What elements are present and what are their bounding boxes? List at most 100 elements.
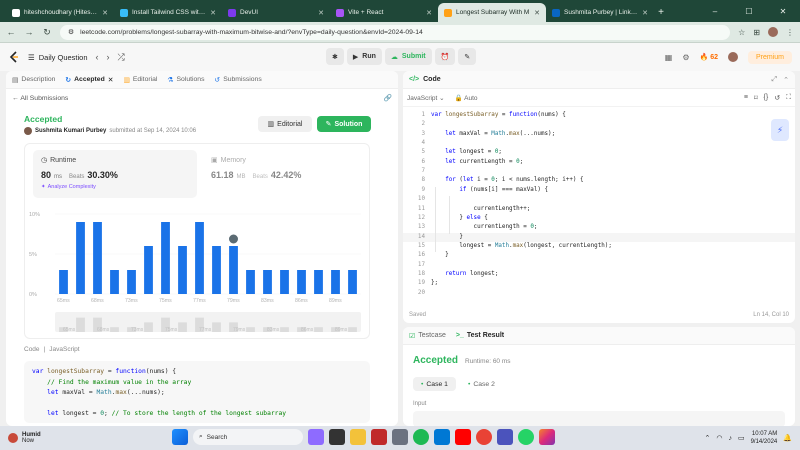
braces-icon[interactable]: {}: [764, 94, 769, 102]
chart-bar[interactable]: [178, 246, 187, 294]
run-button[interactable]: ▶ Run: [346, 48, 382, 65]
close-tab-icon[interactable]: ✕: [108, 76, 114, 84]
collapse-icon[interactable]: ⌃: [783, 76, 789, 84]
windows-start-icon[interactable]: [172, 429, 188, 445]
close-tab-icon[interactable]: ✕: [102, 9, 108, 17]
layout-icon[interactable]: ▦: [665, 53, 673, 62]
chart-bar[interactable]: [59, 270, 68, 294]
settings-gear-icon[interactable]: ⚙: [682, 53, 689, 62]
tab-testcase[interactable]: ☑ Testcase: [409, 332, 446, 340]
weather-widget[interactable]: Humid Now: [8, 432, 41, 444]
chart-bar[interactable]: [144, 246, 153, 294]
chart-bar[interactable]: [110, 270, 119, 294]
expand-icon[interactable]: ⤢: [772, 76, 778, 84]
tab-accepted[interactable]: ↻ Accepted ✕: [65, 76, 113, 84]
tab-solutions[interactable]: ⚗ Solutions: [167, 76, 204, 84]
browser-tab[interactable]: Sushmita Purbey | LinkedIn ✕: [546, 3, 654, 22]
language-select[interactable]: JavaScript ⌄: [407, 94, 445, 102]
tab-test-result[interactable]: >_ Test Result: [456, 332, 504, 339]
maximize-icon[interactable]: ☐: [732, 7, 766, 16]
profile-avatar[interactable]: [768, 27, 778, 37]
chart-bar[interactable]: [93, 222, 102, 294]
taskbar-search[interactable]: ⌕ Search: [193, 429, 303, 445]
new-tab-button[interactable]: +: [654, 3, 668, 22]
case-2-tab[interactable]: • Case 2: [460, 377, 503, 391]
link-icon[interactable]: 🔗: [384, 94, 392, 102]
site-info-icon[interactable]: ⚙: [68, 28, 74, 36]
browser-tab[interactable]: Install Tailwind CSS with Vi ✕: [114, 3, 222, 22]
instagram-icon[interactable]: [539, 429, 555, 445]
chart-bar[interactable]: [76, 222, 85, 294]
chart-bar[interactable]: [263, 270, 272, 294]
your-submission-avatar[interactable]: [228, 233, 239, 245]
settings-app-icon[interactable]: [392, 429, 408, 445]
youtube-icon[interactable]: [455, 429, 471, 445]
volume-icon[interactable]: ♪: [728, 435, 732, 442]
all-submissions-link[interactable]: ← All Submissions: [12, 95, 68, 102]
next-problem-icon[interactable]: ›: [107, 52, 110, 62]
bookmark-star-icon[interactable]: ☆: [738, 28, 745, 37]
store-icon[interactable]: [371, 429, 387, 445]
streak-counter[interactable]: 🔥 62: [700, 53, 718, 61]
clock[interactable]: 10:07 AM 9/14/2024: [751, 430, 778, 446]
chart-bar[interactable]: [331, 270, 340, 294]
code-editor[interactable]: 1 var longestSubarray = function(nums) {2…: [403, 109, 795, 307]
close-tab-icon[interactable]: ✕: [426, 9, 432, 17]
tab-description[interactable]: ▤ Description: [12, 76, 55, 84]
url-field[interactable]: ⚙ leetcode.com/problems/longest-subarray…: [60, 24, 731, 40]
chart-bar[interactable]: [297, 270, 306, 294]
debug-button[interactable]: ✱: [326, 48, 344, 65]
chart-bar[interactable]: [127, 270, 136, 294]
chart-bar[interactable]: [161, 222, 170, 294]
minimize-icon[interactable]: –: [698, 7, 732, 16]
premium-button[interactable]: Premium: [747, 50, 792, 64]
menu-dots-icon[interactable]: ⋮: [786, 28, 794, 37]
auto-mode-toggle[interactable]: 🔒 Auto: [455, 94, 478, 102]
leetcode-logo-icon[interactable]: [8, 51, 20, 63]
browser-tab[interactable]: hiteshchoudhary (Hitesh C ✕: [6, 3, 114, 22]
back-icon[interactable]: ←: [6, 27, 16, 37]
chrome-icon[interactable]: [476, 429, 492, 445]
tray-chevron-icon[interactable]: ⌃: [704, 434, 710, 442]
close-window-icon[interactable]: ✕: [766, 7, 800, 16]
notes-button[interactable]: ✎: [458, 48, 477, 65]
analyze-complexity-link[interactable]: ✦ Analyze Complexity: [41, 184, 189, 190]
chart-bar[interactable]: [212, 246, 221, 294]
battery-icon[interactable]: ▭: [738, 434, 745, 442]
forward-icon[interactable]: →: [24, 27, 34, 37]
file-explorer-icon[interactable]: [350, 429, 366, 445]
notification-bell-icon[interactable]: 🔔: [783, 434, 792, 442]
wifi-icon[interactable]: ◠: [716, 434, 722, 442]
teams-icon[interactable]: [497, 429, 513, 445]
prev-problem-icon[interactable]: ‹: [96, 52, 99, 62]
close-tab-icon[interactable]: ✕: [642, 9, 648, 17]
runtime-distribution-chart[interactable]: 10% 5% 0% 65ms 68ms 73ms 75ms 77ms 79ms 83ms 86ms 8…: [25, 208, 371, 340]
solution-button[interactable]: ✎ Solution: [317, 116, 371, 132]
close-tab-icon[interactable]: ✕: [534, 9, 540, 17]
reload-icon[interactable]: ↻: [42, 27, 52, 38]
code-preview-body[interactable]: var longestSubarray = function(nums) { /…: [24, 361, 370, 423]
tab-submissions[interactable]: ↺ Submissions: [214, 76, 261, 84]
submit-button[interactable]: ☁ Submit: [384, 48, 432, 65]
runtime-card[interactable]: ◷ Runtime 80 ms Beats 30.30% ✦ Analyze Com…: [33, 150, 197, 198]
tab-editorial[interactable]: ▥ Editorial: [123, 76, 157, 84]
shuffle-icon[interactable]: ⤮: [118, 52, 125, 63]
close-tab-icon[interactable]: ✕: [210, 9, 216, 17]
close-tab-icon[interactable]: ✕: [318, 9, 324, 17]
whatsapp-icon[interactable]: [518, 429, 534, 445]
daily-question-link[interactable]: ☰ Daily Question: [28, 53, 88, 62]
task-view-icon[interactable]: [329, 429, 345, 445]
bookmark-icon[interactable]: ⌑: [754, 94, 758, 102]
timer-button[interactable]: ⏰: [434, 48, 456, 65]
vscode-icon[interactable]: [434, 429, 450, 445]
chart-bar[interactable]: [229, 246, 238, 294]
browser-tab[interactable]: Longest Subarray With M ✕: [438, 3, 546, 22]
browser-tab[interactable]: DevUI ✕: [222, 3, 330, 22]
memory-card[interactable]: ▣ Memory 61.18 MB Beats 42.42%: [207, 150, 357, 198]
copilot-icon[interactable]: [308, 429, 324, 445]
spotify-icon[interactable]: [413, 429, 429, 445]
chart-bar[interactable]: [246, 270, 255, 294]
browser-tab[interactable]: Vite + React ✕: [330, 3, 438, 22]
format-icon[interactable]: ≡: [744, 94, 748, 102]
chart-bar[interactable]: [314, 270, 323, 294]
